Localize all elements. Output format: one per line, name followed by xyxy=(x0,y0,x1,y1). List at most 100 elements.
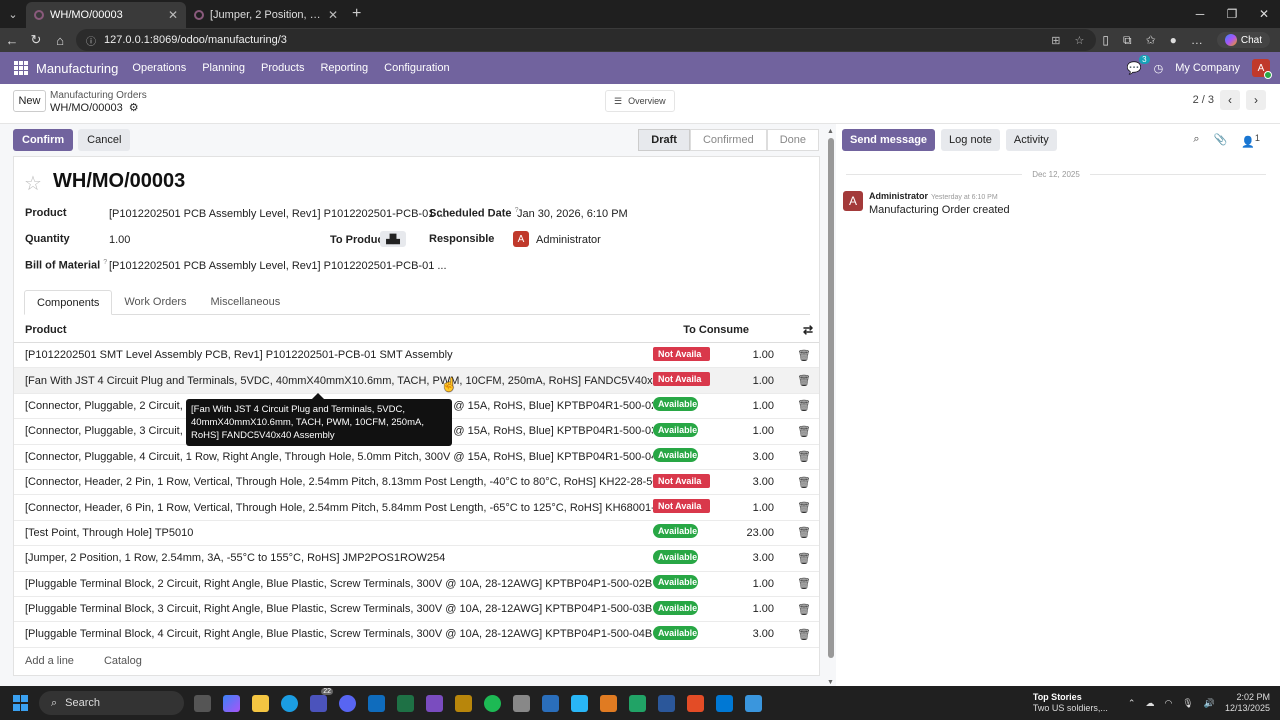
scroll-down-icon[interactable]: ▼ xyxy=(827,679,834,686)
volume-icon[interactable]: 🔊 xyxy=(1204,698,1215,709)
component-product[interactable]: [P1012202501 SMT Level Assembly PCB, Rev… xyxy=(14,349,653,361)
app-icon[interactable] xyxy=(426,694,443,712)
file-explorer-icon[interactable] xyxy=(252,694,269,712)
to-consume-qty[interactable]: 1.00 xyxy=(709,425,774,437)
to-consume-qty[interactable]: 1.00 xyxy=(709,578,774,590)
table-row[interactable]: [Pluggable Terminal Block, 2 Circuit, Ri… xyxy=(14,572,819,597)
forecast-chart-icon[interactable]: ▟▙ xyxy=(380,231,406,247)
activity-button[interactable]: Activity xyxy=(1005,129,1057,151)
close-tab-icon[interactable]: ✕ xyxy=(328,8,338,22)
column-product[interactable]: Product xyxy=(14,324,637,336)
followers-icon[interactable]: 👤1 xyxy=(1241,133,1260,149)
to-consume-qty[interactable]: 3.00 xyxy=(709,451,774,463)
outlook-icon[interactable] xyxy=(368,694,385,712)
site-info-icon[interactable]: ⓘ xyxy=(86,33,96,48)
delete-row-icon[interactable]: 🗑 xyxy=(774,399,819,412)
edge-browser-icon[interactable] xyxy=(281,694,298,712)
table-row[interactable]: [P1012202501 SMT Level Assembly PCB, Rev… xyxy=(14,343,819,369)
log-note-button[interactable]: Log note xyxy=(941,129,1000,151)
to-consume-qty[interactable]: 1.00 xyxy=(709,349,774,361)
component-product[interactable]: [Pluggable Terminal Block, 3 Circuit, Ri… xyxy=(14,603,653,615)
activity-clock-icon[interactable]: ◷ xyxy=(1154,62,1164,75)
menu-reporting[interactable]: Reporting xyxy=(320,62,368,74)
menu-planning[interactable]: Planning xyxy=(202,62,245,74)
app-install-icon[interactable]: ⊞ xyxy=(1051,34,1060,47)
tab-actions-menu-icon[interactable]: ⌄ xyxy=(0,0,26,28)
table-row[interactable]: [Pluggable Terminal Block, 3 Circuit, Ri… xyxy=(14,597,819,623)
new-tab-button[interactable]: + xyxy=(352,5,361,23)
news-widget[interactable]: Top Stories Two US soldiers,... xyxy=(1033,692,1108,714)
task-view-icon[interactable] xyxy=(194,694,211,712)
column-to-consume[interactable]: To Consume xyxy=(637,324,749,336)
app-icon[interactable] xyxy=(542,694,559,712)
help-tooltip-icon[interactable]: ? xyxy=(103,259,107,266)
word-icon[interactable] xyxy=(658,694,675,712)
delete-row-icon[interactable]: 🗑 xyxy=(774,425,819,438)
stage-done[interactable]: Done xyxy=(766,129,819,151)
delete-row-icon[interactable]: 🗑 xyxy=(774,628,819,641)
tab-work-orders[interactable]: Work Orders xyxy=(112,290,198,314)
to-consume-qty[interactable]: 1.00 xyxy=(709,502,774,514)
discord-icon[interactable] xyxy=(339,694,356,712)
overview-button[interactable]: ☰ Overview xyxy=(605,90,675,112)
to-consume-qty[interactable]: 1.00 xyxy=(709,400,774,412)
scrollbar-thumb[interactable] xyxy=(828,138,834,658)
form-scrollbar[interactable]: ▲ ▼ xyxy=(827,128,835,686)
search-icon[interactable]: ⌕ xyxy=(1193,133,1199,149)
table-row[interactable]: [Connector, Pluggable, 4 Circuit, 1 Row,… xyxy=(14,445,819,470)
favorites-icon[interactable]: ✩ xyxy=(1146,33,1156,47)
app-icon[interactable] xyxy=(745,694,762,712)
app-icon[interactable] xyxy=(455,694,472,712)
catalog-link[interactable]: Catalog xyxy=(104,655,142,667)
taskbar-search[interactable]: ⌕ Search xyxy=(39,691,184,715)
component-product[interactable]: [Connector, Pluggable, 4 Circuit, 1 Row,… xyxy=(14,451,653,463)
app-icon[interactable] xyxy=(687,694,704,712)
copilot-app-icon[interactable] xyxy=(223,694,240,712)
favorite-star-icon[interactable]: ☆ xyxy=(1075,34,1085,47)
pager-next-icon[interactable]: › xyxy=(1246,90,1266,110)
menu-operations[interactable]: Operations xyxy=(132,62,186,74)
delete-row-icon[interactable]: 🗑 xyxy=(774,349,819,362)
user-avatar[interactable]: A xyxy=(1252,59,1272,79)
send-message-button[interactable]: Send message xyxy=(842,129,936,151)
app-switcher-grid-icon[interactable] xyxy=(14,61,28,75)
product-field[interactable]: [P1012202501 PCB Assembly Level, Rev1] P… xyxy=(109,208,447,220)
url-field[interactable]: ⓘ 127.0.0.1:8069/odoo/manufacturing/3 ⊞ … xyxy=(76,29,1097,51)
component-product[interactable]: [Jumper, 2 Position, 1 Row, 2.54mm, 3A, … xyxy=(14,552,653,564)
excel-icon[interactable] xyxy=(397,694,414,712)
back-icon[interactable]: ← xyxy=(0,33,24,48)
table-row[interactable]: [Fan With JST 4 Circuit Plug and Termina… xyxy=(14,368,819,394)
delete-row-icon[interactable]: 🗑 xyxy=(774,577,819,590)
scheduled-date-field[interactable]: Jan 30, 2026, 6:10 PM xyxy=(517,208,628,220)
delete-row-icon[interactable]: 🗑 xyxy=(774,526,819,539)
to-consume-qty[interactable]: 23.00 xyxy=(709,527,774,539)
add-line-link[interactable]: Add a line xyxy=(25,655,74,667)
priority-star-icon[interactable]: ☆ xyxy=(24,171,42,196)
component-product[interactable]: [Connector, Header, 2 Pin, 1 Row, Vertic… xyxy=(14,476,653,488)
more-options-icon[interactable]: … xyxy=(1191,33,1203,47)
cancel-button[interactable]: Cancel xyxy=(78,129,131,151)
menu-configuration[interactable]: Configuration xyxy=(384,62,449,74)
to-consume-qty[interactable]: 3.00 xyxy=(709,476,774,488)
app-icon[interactable] xyxy=(716,694,733,712)
close-tab-icon[interactable]: ✕ xyxy=(168,8,178,22)
breadcrumb-parent[interactable]: Manufacturing Orders xyxy=(50,90,147,101)
responsible-field[interactable]: Administrator xyxy=(536,234,601,246)
component-product[interactable]: [Fan With JST 4 Circuit Plug and Termina… xyxy=(14,375,653,387)
wifi-icon[interactable]: ◠ xyxy=(1164,698,1172,709)
company-switcher[interactable]: My Company xyxy=(1175,62,1240,74)
quantity-field[interactable]: 1.00 xyxy=(109,234,130,246)
component-product[interactable]: [Test Point, Through Hole] TP5010 xyxy=(14,527,653,539)
table-row[interactable]: [Jumper, 2 Position, 1 Row, 2.54mm, 3A, … xyxy=(14,546,819,572)
teams-icon[interactable]: 22 xyxy=(310,687,333,712)
restore-icon[interactable]: ❐ xyxy=(1216,0,1248,28)
scroll-up-icon[interactable]: ▲ xyxy=(827,128,834,135)
table-row[interactable]: [Connector, Header, 2 Pin, 1 Row, Vertic… xyxy=(14,470,819,496)
onedrive-icon[interactable]: ☁ xyxy=(1145,698,1154,709)
extensions-icon[interactable]: ⧉ xyxy=(1123,33,1132,48)
browser-tab-inactive[interactable]: [Jumper, 2 Position, 1 Row, 2.54mm ✕ xyxy=(186,2,346,28)
delete-row-icon[interactable]: 🗑 xyxy=(774,476,819,489)
app-icon[interactable] xyxy=(629,694,646,712)
menu-products[interactable]: Products xyxy=(261,62,304,74)
confirm-button[interactable]: Confirm xyxy=(13,129,74,151)
